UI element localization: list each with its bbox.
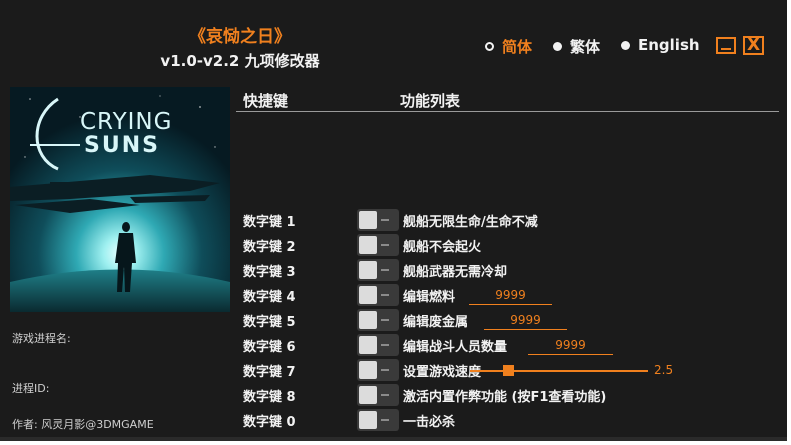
trainer-window: 《哀恸之日》 v1.0-v2.2 九项修改器 简体 繁体 English X C…	[0, 0, 787, 437]
lang-english[interactable]: English	[621, 36, 700, 54]
close-icon: X	[746, 35, 761, 55]
radio-selected-icon	[485, 42, 494, 51]
crew-value-input[interactable]: 9999	[528, 336, 613, 355]
hotkey-label: 数字键 1	[243, 215, 296, 230]
lang-label: 繁体	[570, 38, 601, 56]
cheat-label: 编辑废金属	[403, 315, 469, 330]
lang-simplified[interactable]: 简体	[485, 36, 532, 57]
cheat-toggle[interactable]	[357, 284, 399, 306]
cheat-row: 数字键 1 舰船无限生命/生命不减	[0, 208, 787, 232]
cheat-label: 一击必杀	[403, 415, 456, 430]
header-hotkey: 快捷键	[243, 92, 289, 110]
cheat-row: 数字键 7 设置游戏速度 2.5	[0, 358, 787, 382]
cheat-toggle[interactable]	[357, 334, 399, 356]
window-bottom-edge	[0, 437, 787, 441]
scrap-value-input[interactable]: 9999	[484, 311, 567, 330]
cheat-toggle[interactable]	[357, 259, 399, 281]
cheat-row: 数字键 5 编辑废金属 9999	[0, 308, 787, 332]
cheat-label: 编辑战斗人员数量	[403, 340, 508, 355]
radio-dot-icon	[553, 42, 562, 51]
hotkey-label: 数字键 4	[243, 290, 296, 305]
cheat-label: 舰船不会起火	[403, 240, 482, 255]
cheat-label: 舰船武器无需冷却	[403, 265, 508, 280]
lang-label: English	[638, 36, 700, 54]
lang-label: 简体	[502, 38, 533, 56]
cheat-toggle[interactable]	[357, 359, 399, 381]
hotkey-label: 数字键 0	[243, 415, 296, 430]
hotkey-label: 数字键 3	[243, 265, 296, 280]
game-speed-value: 2.5	[654, 363, 674, 377]
cheat-toggle[interactable]	[357, 384, 399, 406]
cheat-row: 数字键 3 舰船武器无需冷却	[0, 258, 787, 282]
logo-crying: CRYING	[80, 109, 172, 135]
header-divider	[236, 111, 779, 112]
game-speed-slider[interactable]	[470, 370, 648, 372]
cheat-toggle[interactable]	[357, 309, 399, 331]
hotkey-label: 数字键 2	[243, 240, 296, 255]
cheat-toggle[interactable]	[357, 209, 399, 231]
cheat-toggle[interactable]	[357, 409, 399, 431]
logo-suns: SUNS	[84, 133, 160, 158]
game-speed-slider-thumb[interactable]	[503, 365, 514, 376]
app-title: 《哀恸之日》	[189, 27, 291, 47]
cheat-row: 数字键 6 编辑战斗人员数量 9999	[0, 333, 787, 357]
hotkey-label: 数字键 6	[243, 340, 296, 355]
radio-dot-icon	[621, 40, 630, 50]
cheat-row: 数字键 4 编辑燃料 9999	[0, 283, 787, 307]
fuel-value-input[interactable]: 9999	[469, 286, 552, 305]
cheat-row: 数字键 2 舰船不会起火	[0, 233, 787, 257]
app-version: v1.0-v2.2 九项修改器	[160, 52, 320, 70]
hotkey-label: 数字键 7	[243, 365, 296, 380]
cheat-row: 数字键 0 一击必杀	[0, 408, 787, 432]
cheat-label: 舰船无限生命/生命不减	[403, 215, 538, 230]
close-button[interactable]: X	[743, 36, 764, 55]
hotkey-label: 数字键 5	[243, 315, 296, 330]
header-function-list: 功能列表	[400, 92, 461, 110]
cheat-label: 编辑燃料	[403, 290, 456, 305]
minimize-button[interactable]	[716, 37, 736, 54]
cheat-row: 数字键 8 激活内置作弊功能 (按F1查看功能)	[0, 383, 787, 407]
cheat-label: 激活内置作弊功能 (按F1查看功能)	[403, 390, 607, 405]
cheat-toggle[interactable]	[357, 234, 399, 256]
hotkey-label: 数字键 8	[243, 390, 296, 405]
lang-traditional[interactable]: 繁体	[553, 36, 600, 57]
